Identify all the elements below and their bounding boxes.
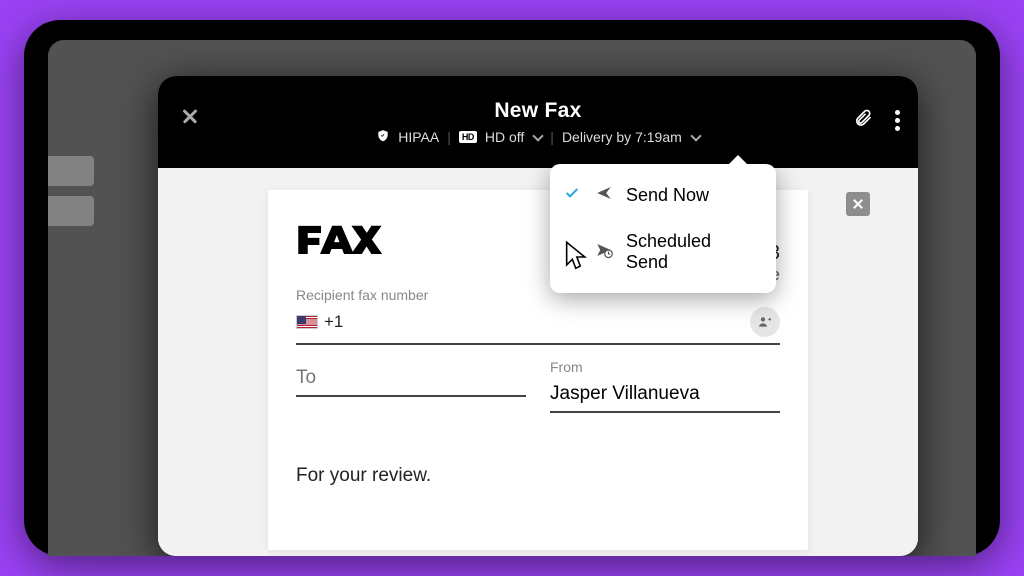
shield-icon [376, 129, 390, 146]
window-title: New Fax [494, 99, 581, 123]
chevron-down-icon [690, 130, 701, 141]
attachment-button[interactable] [853, 106, 873, 135]
hd-toggle[interactable]: HD off [485, 129, 524, 145]
send-icon [594, 184, 614, 207]
scheduled-send-icon [594, 241, 614, 264]
more-menu-button[interactable] [891, 106, 904, 135]
us-flag-icon[interactable] [296, 315, 318, 329]
to-input[interactable] [296, 359, 526, 397]
scheduled-send-option[interactable]: Scheduled Send [550, 219, 776, 285]
recipient-fax-row: +1 [296, 303, 780, 345]
recipient-fax-input[interactable] [349, 312, 744, 332]
titlebar: New Fax HIPAA | HD HD off | Delivery by … [158, 76, 918, 168]
close-preview-button[interactable] [846, 192, 870, 216]
add-contact-button[interactable] [750, 307, 780, 337]
from-label: From [550, 359, 780, 375]
phone-prefix: +1 [324, 312, 343, 332]
window-body: FAX 3 1 page Recipient fax number +1 [158, 168, 918, 556]
purple-frame: New Fax HIPAA | HD HD off | Delivery by … [0, 0, 1024, 576]
hipaa-label: HIPAA [398, 129, 439, 145]
send-now-label: Send Now [626, 185, 709, 206]
message-body[interactable]: For your review. [296, 465, 780, 487]
separator: | [447, 129, 451, 145]
new-fax-window: New Fax HIPAA | HD HD off | Delivery by … [158, 76, 918, 556]
close-button[interactable] [174, 100, 206, 132]
from-input[interactable] [550, 375, 780, 413]
status-row: HIPAA | HD HD off | Delivery by 7:19am [376, 129, 700, 146]
delivery-dropdown-menu: Send Now Scheduled Send [550, 164, 776, 293]
delivery-dropdown[interactable]: Delivery by 7:19am [562, 129, 682, 145]
device-bezel: New Fax HIPAA | HD HD off | Delivery by … [24, 20, 1000, 556]
send-now-option[interactable]: Send Now [550, 172, 776, 219]
background-stub [48, 196, 94, 226]
check-icon [564, 185, 582, 206]
scheduled-send-label: Scheduled Send [626, 231, 758, 273]
separator: | [550, 129, 554, 145]
chevron-down-icon [533, 130, 544, 141]
device-screen: New Fax HIPAA | HD HD off | Delivery by … [48, 40, 976, 556]
background-stub [48, 156, 94, 186]
hd-badge-icon: HD [459, 131, 477, 143]
